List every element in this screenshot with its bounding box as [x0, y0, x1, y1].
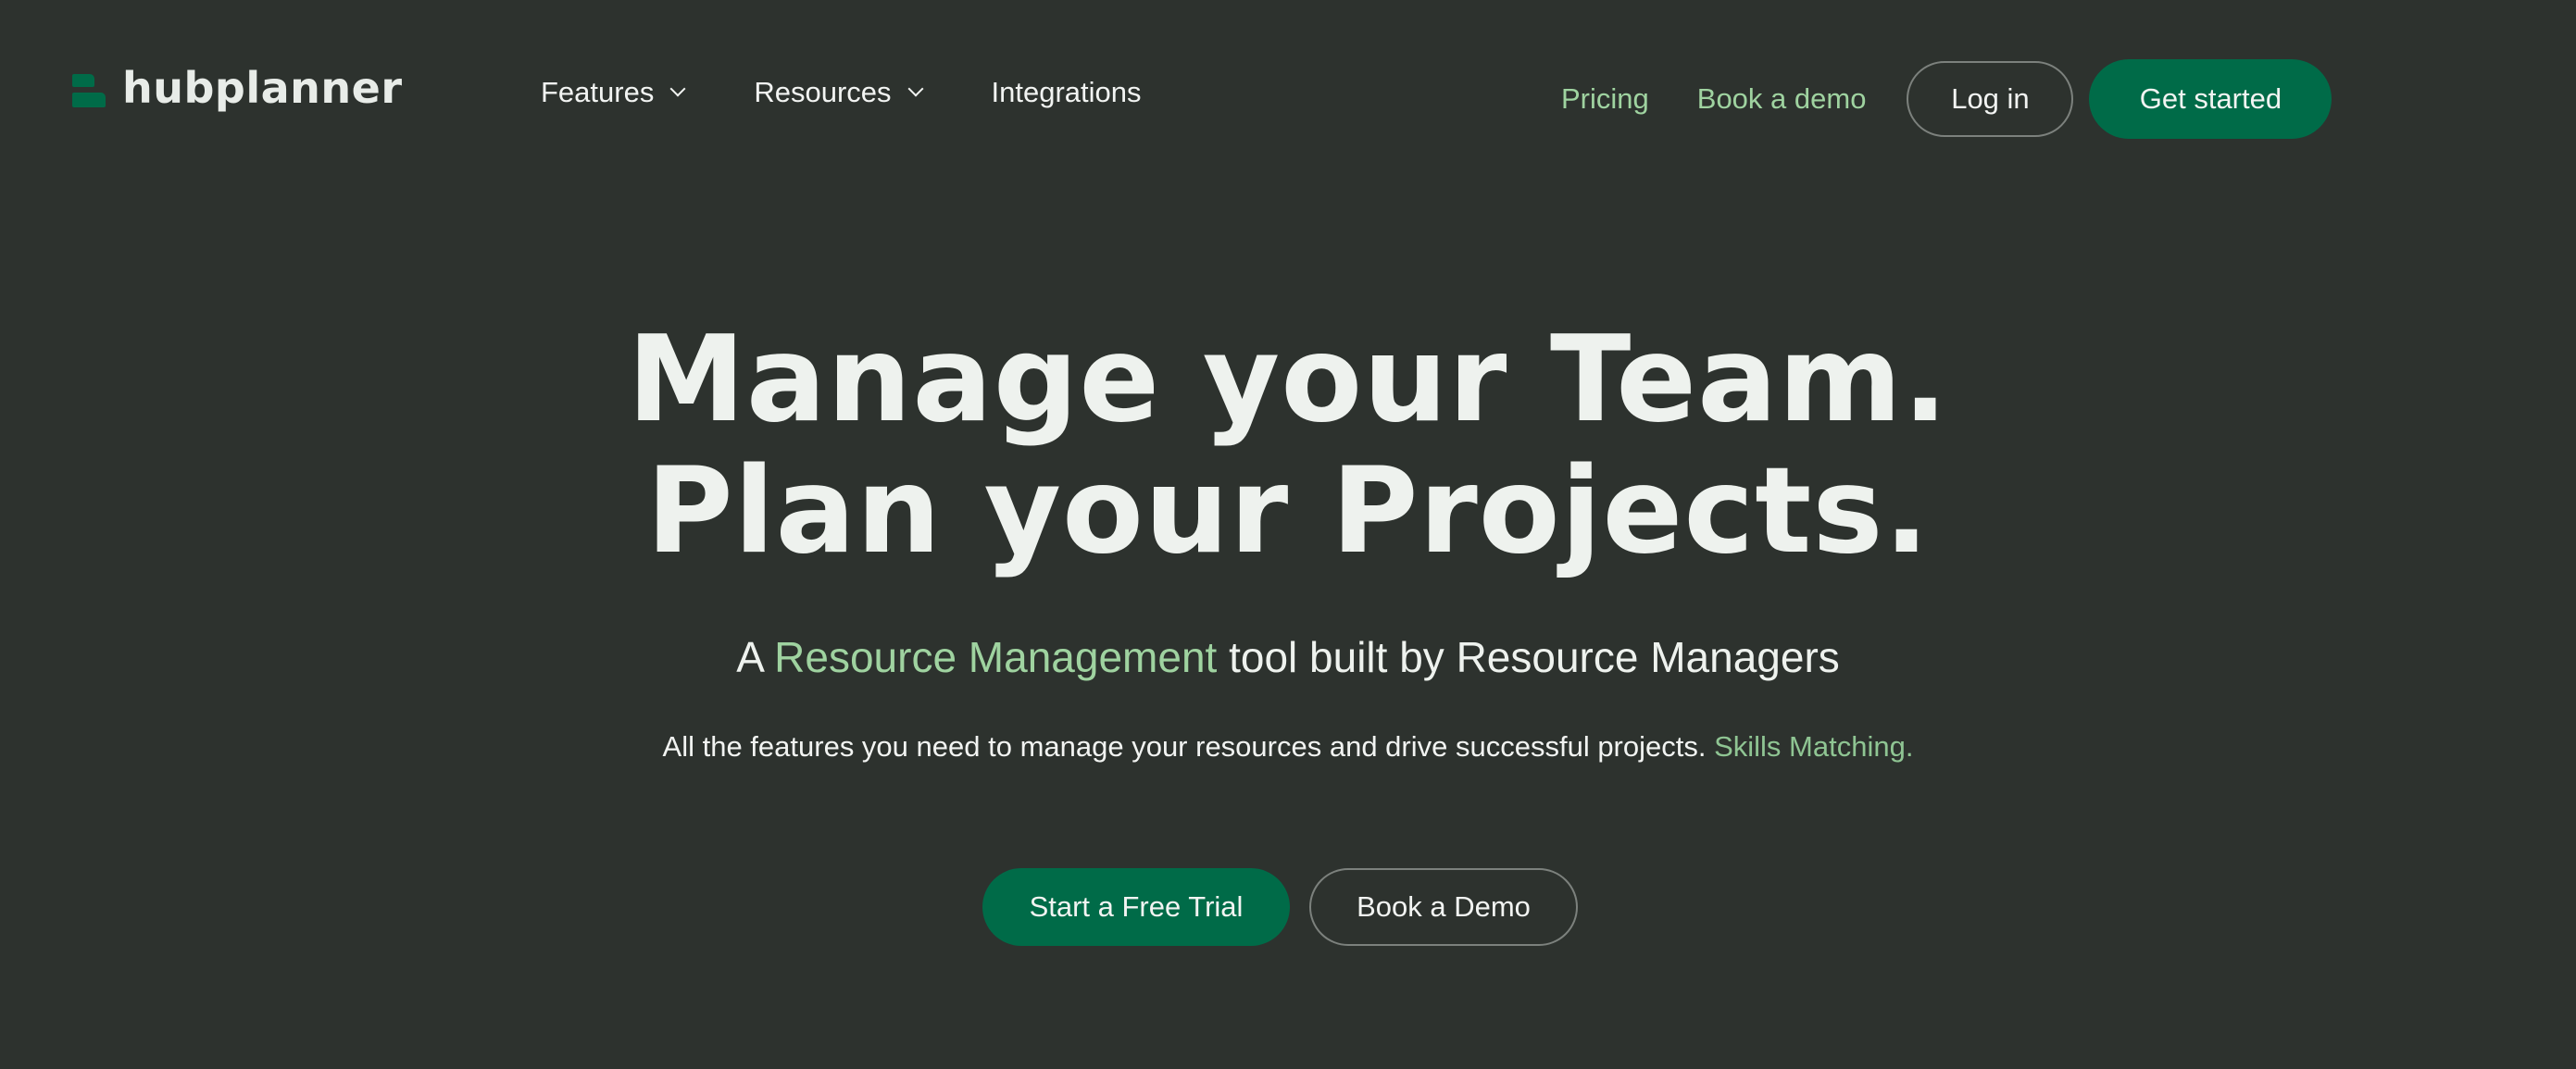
description-text: All the features you need to manage your…	[662, 730, 1715, 763]
skills-matching-link[interactable]: Skills Matching.	[1714, 730, 1913, 763]
main-menu: Features Resources Integrations	[541, 76, 1212, 109]
nav-actions: Pricing Book a demo Log in Get started	[1537, 59, 2332, 139]
book-demo-link[interactable]: Book a demo	[1673, 82, 1891, 116]
subtitle-suffix: tool built by Resource Managers	[1217, 633, 1840, 681]
logo[interactable]: hubplanner	[72, 67, 403, 109]
hero-subtitle: A Resource Management tool built by Reso…	[0, 632, 2576, 682]
login-button[interactable]: Log in	[1907, 61, 2074, 137]
nav-resources-label: Resources	[754, 76, 892, 108]
hero-title-line1: Manage your Team.	[627, 311, 1949, 449]
hubplanner-logo-icon	[72, 72, 107, 109]
chevron-down-icon	[669, 81, 686, 97]
chevron-down-icon	[907, 81, 924, 97]
nav-integrations[interactable]: Integrations	[992, 76, 1142, 109]
book-demo-button[interactable]: Book a Demo	[1309, 868, 1578, 946]
nav-resources[interactable]: Resources	[754, 76, 924, 109]
hero-title-line2: Plan your Projects.	[645, 442, 1931, 580]
subtitle-highlight: Resource Management	[774, 633, 1218, 681]
top-navigation: hubplanner Features Resources Integratio…	[0, 0, 2576, 194]
hero-description: All the features you need to manage your…	[0, 730, 2576, 764]
nav-integrations-label: Integrations	[991, 76, 1142, 108]
start-free-trial-button[interactable]: Start a Free Trial	[982, 868, 1290, 946]
subtitle-prefix: A	[736, 633, 775, 681]
hero-cta-group: Start a Free Trial Book a Demo	[982, 868, 1578, 946]
nav-features-label: Features	[541, 76, 655, 108]
pricing-link[interactable]: Pricing	[1537, 82, 1673, 116]
nav-features[interactable]: Features	[541, 76, 686, 109]
get-started-button[interactable]: Get started	[2089, 59, 2332, 139]
logo-text: hubplanner	[122, 63, 403, 113]
hero-title: Manage your Team. Plan your Projects.	[0, 315, 2576, 578]
